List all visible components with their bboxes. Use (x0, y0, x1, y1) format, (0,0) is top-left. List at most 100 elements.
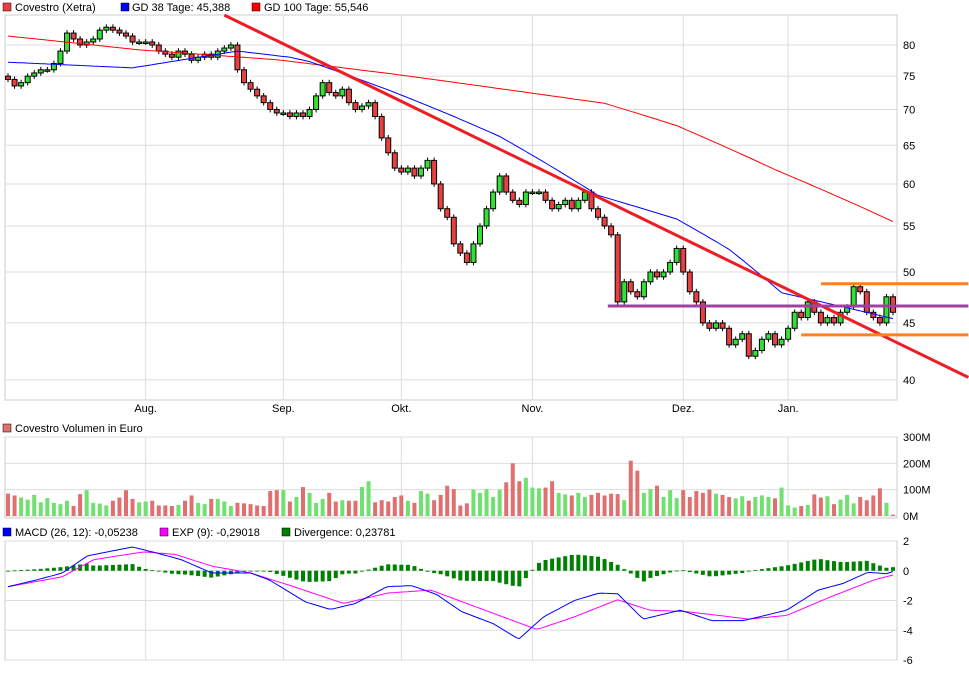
divergence-bar (137, 566, 142, 571)
month-tick-label: Jan. (778, 403, 799, 415)
divergence-bar (707, 570, 712, 577)
candle-down (693, 291, 700, 303)
candle-up (647, 271, 654, 283)
volume-bar (340, 500, 345, 516)
candle-up (883, 296, 890, 324)
volume-bar (268, 490, 273, 516)
volume-bar (576, 492, 581, 516)
volume-bar (510, 463, 515, 516)
divergence-bar (530, 569, 535, 571)
divergence-bar (714, 570, 718, 577)
volume-bar (746, 500, 751, 516)
volume-bar (419, 490, 423, 516)
divergence-bar (91, 565, 96, 571)
divergence-bar (163, 570, 168, 573)
price-tick-label: 50 (903, 267, 915, 279)
divergence-bar (169, 570, 174, 574)
volume-bar (609, 493, 614, 516)
candle-up (739, 333, 746, 340)
volume-bar (353, 500, 358, 516)
divergence-bar (392, 564, 397, 571)
volume-bar (366, 481, 371, 516)
divergence-bar (799, 562, 804, 571)
divergence-bar (497, 570, 502, 583)
divergence-bar (346, 570, 351, 574)
volume-bar (209, 498, 214, 516)
divergence-bar (294, 570, 299, 580)
volume-bar (478, 492, 482, 516)
volume-bar (740, 496, 745, 516)
divergence-bar (746, 570, 751, 572)
candle-down (549, 199, 556, 210)
volume-bar (864, 500, 869, 516)
volume-bar (242, 503, 246, 516)
candle-up (765, 333, 772, 340)
candle-down (398, 167, 405, 173)
volume-bar (117, 497, 122, 516)
volume-bar (845, 494, 850, 516)
volume-bar (97, 503, 102, 516)
divergence-bar (6, 570, 10, 572)
volume-bar (655, 485, 659, 516)
divergence-bar (287, 570, 292, 578)
volume-bar (78, 494, 83, 516)
divergence-bar (274, 570, 279, 574)
volume-bar (622, 500, 627, 516)
divergence-bar (261, 570, 266, 572)
divergence-bar (556, 557, 561, 571)
candle-down (798, 311, 805, 319)
volume-bar (805, 504, 810, 516)
volume-bar (537, 488, 541, 516)
volume-bar (799, 505, 804, 516)
candle-up (562, 199, 569, 206)
volume-tick-label: 300M (903, 432, 931, 444)
volume-bar (261, 505, 266, 516)
volume-bar (464, 503, 469, 516)
month-tick-label: Nov. (522, 403, 544, 415)
volume-bar (6, 493, 10, 516)
volume-bar (668, 490, 673, 516)
legend-swatch-gd100 (251, 2, 261, 12)
volume-bar (858, 497, 863, 516)
candle-up (221, 47, 228, 52)
legend-swatch-divergence (281, 527, 291, 537)
candle-down (450, 216, 457, 245)
candle-down (241, 69, 247, 84)
candle-up (850, 286, 857, 308)
candle-down (627, 281, 634, 293)
divergence-bar (379, 565, 384, 571)
volume-bar (694, 490, 699, 516)
price-legend: Covestro (Xetra) GD 38 Tage: 45,388 GD 1… (2, 2, 368, 14)
volume-bar (176, 504, 181, 516)
volume-bar (504, 482, 509, 516)
volume-bar (727, 497, 732, 516)
divergence-bar (458, 570, 463, 581)
divergence-bar (419, 568, 423, 571)
volume-bar (530, 487, 535, 516)
volume-bar (405, 500, 410, 516)
volume-bar (517, 481, 522, 516)
candle-down (654, 271, 660, 278)
divergence-bar (596, 556, 600, 571)
candle-up (621, 281, 628, 303)
divergence-bar (700, 570, 705, 575)
volume-bar (392, 497, 397, 516)
candle-up (319, 82, 326, 97)
volume-bar (45, 498, 50, 516)
divergence-bar (510, 570, 515, 586)
legend-swatch-volume (2, 423, 12, 433)
candle-down (817, 311, 824, 324)
volume-bar (818, 497, 823, 516)
candle-up (37, 69, 44, 74)
divergence-bar (248, 570, 253, 572)
divergence-bar (156, 570, 161, 572)
divergence-bar (687, 570, 692, 573)
divergence-bar (759, 569, 764, 571)
candle-down (457, 243, 464, 254)
divergence-bar (589, 556, 594, 571)
divergence-bar (307, 570, 312, 582)
price-tick-label: 70 (903, 104, 915, 116)
candle-up (640, 281, 647, 298)
candle-up (103, 26, 110, 31)
divergence-bar (268, 570, 273, 573)
